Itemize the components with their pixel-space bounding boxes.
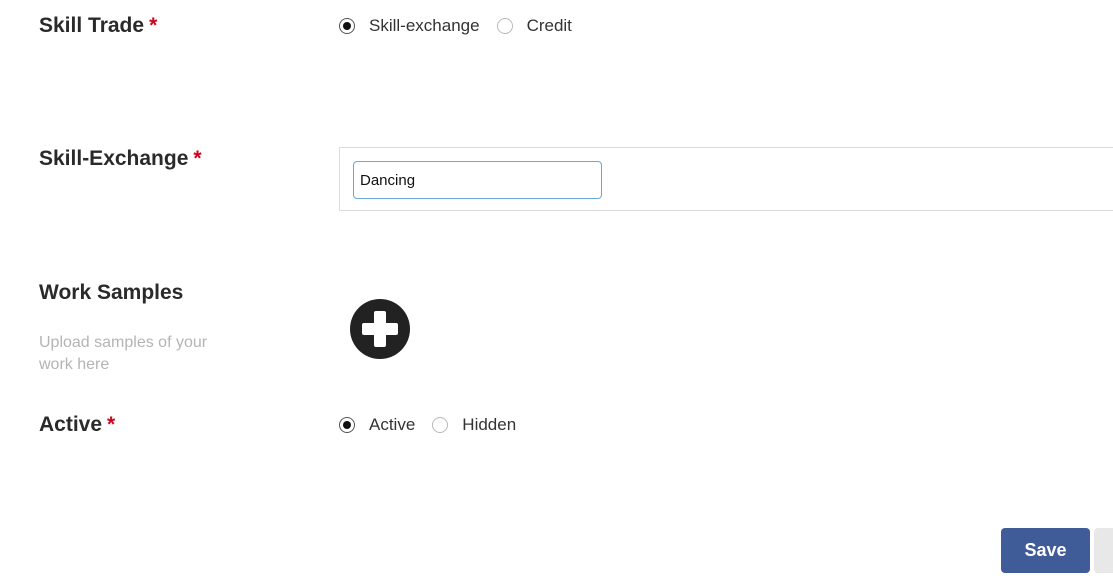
skill-exchange-input[interactable] — [353, 161, 602, 199]
required-marker: * — [149, 14, 158, 37]
plus-vertical-bar — [374, 311, 386, 347]
save-button[interactable]: Save — [1001, 528, 1090, 573]
radio-button-checked[interactable] — [339, 417, 355, 433]
radio-dot — [343, 421, 351, 429]
radio-option-active[interactable]: Active — [339, 415, 415, 435]
required-marker: * — [193, 147, 202, 170]
plus-circle-icon[interactable] — [350, 299, 410, 359]
radio-button-checked[interactable] — [339, 18, 355, 34]
skill-exchange-label-text: Skill-Exchange — [39, 147, 189, 170]
active-label-text: Active — [39, 413, 103, 436]
radio-label-credit: Credit — [526, 16, 572, 35]
skill-trade-label-text: Skill Trade — [39, 14, 145, 37]
radio-button[interactable] — [496, 18, 513, 34]
active-label: Active * — [39, 413, 115, 437]
radio-option-skill-exchange[interactable]: Skill-exchange — [339, 16, 480, 36]
skill-exchange-field-container — [339, 147, 1113, 211]
required-marker: * — [107, 413, 116, 436]
active-radio-group: Active Hidden — [339, 415, 533, 435]
radio-label-hidden: Hidden — [462, 415, 517, 434]
skill-trade-radio-group: Skill-exchange Credit — [339, 16, 589, 36]
radio-option-credit[interactable]: Credit — [496, 16, 572, 36]
secondary-button-partial[interactable] — [1094, 528, 1113, 573]
radio-option-hidden[interactable]: Hidden — [432, 415, 516, 435]
radio-button[interactable] — [432, 417, 449, 433]
radio-dot — [343, 22, 351, 30]
skill-trade-label: Skill Trade * — [39, 14, 157, 38]
work-samples-label: Work Samples — [39, 281, 184, 304]
skill-exchange-label: Skill-Exchange * — [39, 147, 202, 171]
listing-form: Skill Trade * Skill-exchange Credit Skill… — [0, 0, 1113, 587]
radio-label-skill-exchange: Skill-exchange — [369, 16, 480, 35]
radio-label-active: Active — [369, 415, 416, 434]
work-samples-help-text: Upload samples of your work here — [39, 334, 208, 373]
